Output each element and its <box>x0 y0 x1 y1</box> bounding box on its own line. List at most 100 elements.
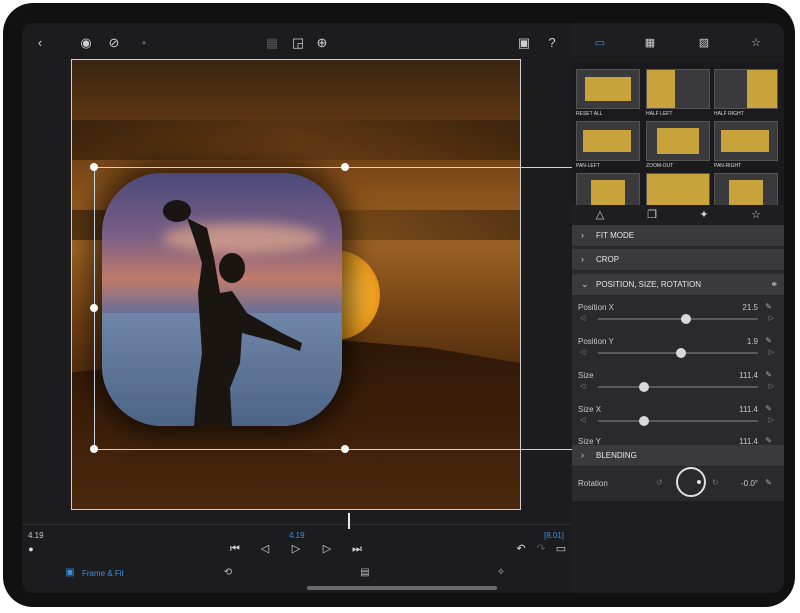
duration-label: [8.01] <box>544 531 565 540</box>
frame-fit-icon[interactable]: ▣ <box>64 567 76 579</box>
param-value: -0.0° <box>741 479 758 488</box>
home-indicator[interactable] <box>307 586 497 590</box>
crop-icon[interactable]: ◲ <box>290 35 306 51</box>
play-icon[interactable]: ▷ <box>289 542 303 556</box>
video-viewer[interactable] <box>22 57 572 517</box>
param-position-y: Position Y 1.9 ✎ ◁ ▷ <box>572 333 784 367</box>
param-value: 111.4 <box>739 371 758 380</box>
resize-handle-mid-left[interactable] <box>90 304 98 312</box>
image-tab-icon[interactable]: ▨ <box>696 36 712 50</box>
pencil-icon[interactable]: ✎ <box>765 404 772 413</box>
snapshot-icon[interactable]: ▣ <box>516 35 532 51</box>
pencil-icon[interactable]: ✎ <box>765 436 772 445</box>
preset-thumbnail <box>576 69 640 109</box>
star-icon[interactable]: ☆ <box>748 208 764 222</box>
section-position-size-rotation[interactable]: ⌄ POSITION, SIZE, ROTATION ⚭ <box>572 274 784 296</box>
slider-knob[interactable] <box>639 382 650 392</box>
preset-zoom-in[interactable] <box>646 173 710 205</box>
increment-icon[interactable]: ▷ <box>769 348 774 356</box>
section-blending[interactable]: › BLENDING <box>572 445 784 467</box>
chevron-right-icon: › <box>581 230 584 240</box>
increment-icon[interactable]: ▷ <box>769 416 774 424</box>
chevron-down-icon: ⌄ <box>581 279 589 289</box>
skip-end-icon[interactable]: ⏭ <box>350 542 364 556</box>
redo-icon[interactable]: ↷ <box>534 542 548 556</box>
pencil-icon[interactable]: ✎ <box>765 336 772 345</box>
param-size: Size 111.4 ✎ ◁ ▷ <box>572 367 784 401</box>
rotate-right-icon[interactable]: ↻ <box>712 478 719 487</box>
warning-icon[interactable]: △ <box>592 208 608 222</box>
pencil-icon[interactable]: ✎ <box>765 370 772 379</box>
dancer-silhouette <box>163 200 302 426</box>
rotate-left-icon[interactable]: ↺ <box>656 478 663 487</box>
help-icon[interactable]: ? <box>544 35 560 51</box>
preset-thumbnail <box>576 173 640 205</box>
param-name: Position X <box>578 303 615 312</box>
fullscreen-icon[interactable]: ▭ <box>554 542 568 556</box>
layers-icon[interactable]: ▤ <box>359 567 371 579</box>
preset-pan-down[interactable] <box>714 173 778 205</box>
cloud-band <box>72 120 520 160</box>
pencil-icon[interactable]: ✎ <box>765 302 772 311</box>
slider-knob[interactable] <box>639 416 650 426</box>
sunset-background-video[interactable] <box>71 59 521 510</box>
compass-icon[interactable]: ✦ <box>696 208 712 222</box>
picture-in-picture-dancer-clip[interactable] <box>102 173 342 426</box>
link-icon[interactable]: ⚭ <box>770 279 778 290</box>
decrement-icon[interactable]: ◁ <box>580 348 585 356</box>
frame-fit-label[interactable]: Frame & Fit <box>82 569 124 578</box>
skip-start-icon[interactable]: ⏮ <box>228 542 242 556</box>
section-fit-mode[interactable]: › FIT MODE <box>572 225 784 247</box>
gallery-tab-icon[interactable]: ▦ <box>642 36 658 50</box>
preset-pan-up[interactable] <box>576 173 640 205</box>
preset-pan-right[interactable]: PAN-RIGHT <box>714 121 778 169</box>
decrement-icon[interactable]: ◁ <box>580 416 585 424</box>
inspector-subtabs: △ ❐ ✦ ☆ <box>572 205 784 225</box>
preset-pan-left[interactable]: PAN-LEFT <box>576 121 640 169</box>
slider-knob[interactable] <box>676 348 687 358</box>
preset-reset-all[interactable]: RESET ALL <box>576 69 640 117</box>
preset-thumbnail <box>714 173 778 205</box>
section-crop[interactable]: › CROP <box>572 249 784 271</box>
slider-track[interactable] <box>598 420 758 422</box>
increment-icon[interactable]: ▷ <box>769 314 774 322</box>
step-forward-icon[interactable]: ▷ <box>320 542 334 556</box>
slider-track[interactable] <box>598 386 758 388</box>
resize-handle-top-mid[interactable] <box>341 163 349 171</box>
step-back-icon[interactable]: ◁ <box>258 542 272 556</box>
increment-icon[interactable]: ▷ <box>769 382 774 390</box>
effects-icon[interactable]: ✧ <box>495 567 507 579</box>
resize-handle-top-left[interactable] <box>90 163 98 171</box>
zoom-icon[interactable]: ⊕ <box>314 35 330 51</box>
section-title: POSITION, SIZE, ROTATION <box>596 280 702 289</box>
preset-grid: RESET ALL HALF LEFT HALF RIGHT PAN-LEFT … <box>572 63 784 205</box>
current-time-left: 4.19 <box>28 531 44 540</box>
slider-knob[interactable] <box>681 314 691 324</box>
pencil-icon[interactable]: ✎ <box>765 478 772 487</box>
resize-handle-bottom-mid[interactable] <box>341 445 349 453</box>
timeline-ruler[interactable] <box>22 524 572 525</box>
rotation-dial[interactable] <box>676 467 706 497</box>
transform-icon[interactable]: ⟲ <box>222 567 234 579</box>
preset-thumbnail <box>576 121 640 161</box>
decrement-icon[interactable]: ◁ <box>580 382 585 390</box>
preset-zoom-out[interactable]: ZOOM-OUT <box>646 121 710 169</box>
param-size-x: Size X 111.4 ✎ ◁ ▷ <box>572 401 784 435</box>
preset-half-left[interactable]: HALF LEFT <box>646 69 710 117</box>
decrement-icon[interactable]: ◁ <box>580 314 585 322</box>
slider-track[interactable] <box>598 318 758 320</box>
frame-tab-icon[interactable]: ▭ <box>592 36 608 50</box>
grid-icon[interactable]: ▦ <box>264 35 280 51</box>
playhead[interactable] <box>348 513 350 529</box>
preset-half-right[interactable]: HALF RIGHT <box>714 69 778 117</box>
preset-thumbnail <box>646 69 710 109</box>
copy-icon[interactable]: ❐ <box>644 208 660 222</box>
toggle-icon[interactable]: ● <box>24 542 38 556</box>
eye-icon[interactable]: ◉ <box>78 35 94 51</box>
favorites-tab-icon[interactable]: ☆ <box>748 36 764 50</box>
eye-slash-icon[interactable]: ⊘ <box>106 35 122 51</box>
section-title: BLENDING <box>596 451 637 460</box>
resize-handle-bottom-left[interactable] <box>90 445 98 453</box>
undo-icon[interactable]: ↶ <box>514 542 528 556</box>
back-chevron-icon[interactable]: ‹ <box>32 35 48 51</box>
